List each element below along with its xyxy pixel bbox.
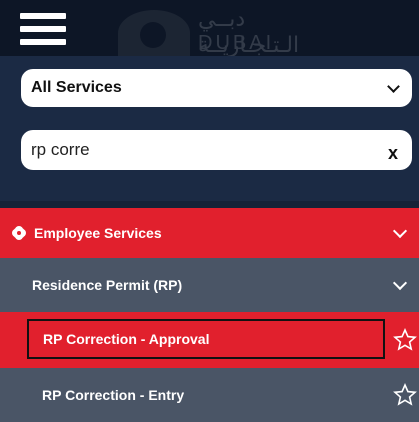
- menu-subsection-residence-permit[interactable]: Residence Permit (RP): [0, 258, 419, 312]
- chevron-down-icon: [392, 223, 408, 239]
- logo-emblem-icon: [118, 10, 190, 56]
- favorite-star-icon[interactable]: [393, 383, 417, 407]
- subsection-label: Residence Permit (RP): [32, 277, 183, 293]
- gear-icon: [12, 226, 26, 240]
- menu-section-employee-services[interactable]: Employee Services: [0, 208, 419, 258]
- section-label: Employee Services: [34, 225, 162, 241]
- favorite-star-icon[interactable]: [393, 328, 417, 352]
- highlight-box: RP Correction - Approval: [27, 319, 385, 359]
- chevron-down-icon: [387, 79, 400, 93]
- menu-item-label: RP Correction - Approval: [43, 331, 210, 347]
- filter-panel: All Services rp corre x: [0, 56, 419, 201]
- menu-item-rp-correction-entry[interactable]: RP Correction - Entry: [0, 368, 419, 422]
- search-input[interactable]: rp corre x: [21, 130, 412, 170]
- chevron-down-icon: [392, 275, 408, 291]
- hamburger-menu-icon[interactable]: [20, 13, 66, 45]
- menu-item-rp-correction-approval[interactable]: RP Correction - Approval: [0, 312, 419, 368]
- menu-item-label: RP Correction - Entry: [42, 387, 185, 403]
- clear-search-button[interactable]: x: [388, 143, 398, 164]
- dubai-trade-logo: دبــي الـتـجـاريــة DUBAI TRADE: [118, 4, 348, 77]
- service-select[interactable]: All Services: [21, 69, 412, 107]
- service-select-value: All Services: [31, 79, 122, 96]
- app-header: دبــي الـتـجـاريــة DUBAI TRADE: [0, 0, 419, 77]
- search-input-value: rp corre: [31, 140, 90, 159]
